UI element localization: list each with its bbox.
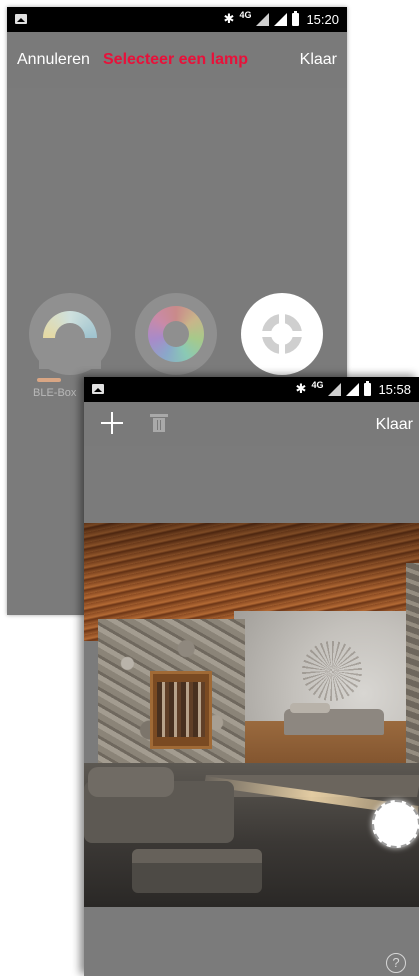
target-lamp-button[interactable] — [241, 293, 323, 375]
icon-detail — [153, 418, 165, 432]
photo-sofa — [84, 767, 234, 843]
icon-detail — [39, 339, 101, 369]
photo-color-picker-screen: ✱ 4G 15:58 Klaar ? — [84, 377, 419, 976]
color-lamp-button[interactable] — [135, 293, 217, 375]
battery-icon — [292, 10, 300, 26]
battery-icon — [364, 380, 372, 396]
icon-detail — [163, 321, 189, 347]
image-notification-icon — [92, 384, 104, 394]
help-icon[interactable]: ? — [386, 953, 406, 973]
status-time: 15:20 — [306, 11, 339, 27]
signal-strength-icon — [274, 12, 288, 26]
photo-wardrobe — [150, 671, 212, 749]
status-bar: ✱ 4G 15:58 — [84, 377, 419, 402]
icon-detail — [150, 414, 168, 417]
lamp-color-indicator — [37, 378, 61, 382]
app-bar: Klaar — [84, 402, 419, 446]
signal-strength-icon — [328, 382, 342, 396]
photo-ottoman — [132, 849, 262, 893]
app-bar: Annuleren Selecteer een lamp Klaar — [7, 32, 347, 88]
signal-strength-icon — [256, 12, 270, 26]
bluetooth-icon: ✱ — [223, 11, 235, 26]
bluetooth-icon: ✱ — [295, 381, 307, 396]
icon-detail — [257, 331, 307, 337]
photo-bed — [284, 703, 384, 735]
white-lamp-button[interactable] — [29, 293, 111, 375]
status-bar: ✱ 4G 15:20 — [7, 7, 347, 32]
lamp-name-label: BLE-Box — [33, 387, 77, 399]
image-notification-icon — [15, 14, 27, 24]
done-button[interactable]: Klaar — [376, 416, 413, 434]
network-type: 4G — [239, 10, 252, 20]
photo-wall-art — [302, 641, 362, 701]
add-photo-button[interactable] — [101, 412, 123, 434]
cancel-button[interactable]: Annuleren — [17, 51, 90, 69]
page-title: Selecteer een lamp — [103, 51, 248, 68]
status-icons: ✱ 4G 15:58 — [295, 380, 411, 397]
done-button[interactable]: Klaar — [300, 51, 337, 69]
status-icons: ✱ 4G 15:20 — [223, 10, 339, 27]
network-type: 4G — [311, 380, 324, 390]
interior-photo[interactable] — [84, 523, 419, 907]
color-picker-handle[interactable] — [372, 800, 419, 848]
signal-strength-icon — [346, 382, 360, 396]
trash-icon[interactable] — [150, 414, 168, 432]
status-time: 15:58 — [378, 381, 411, 397]
